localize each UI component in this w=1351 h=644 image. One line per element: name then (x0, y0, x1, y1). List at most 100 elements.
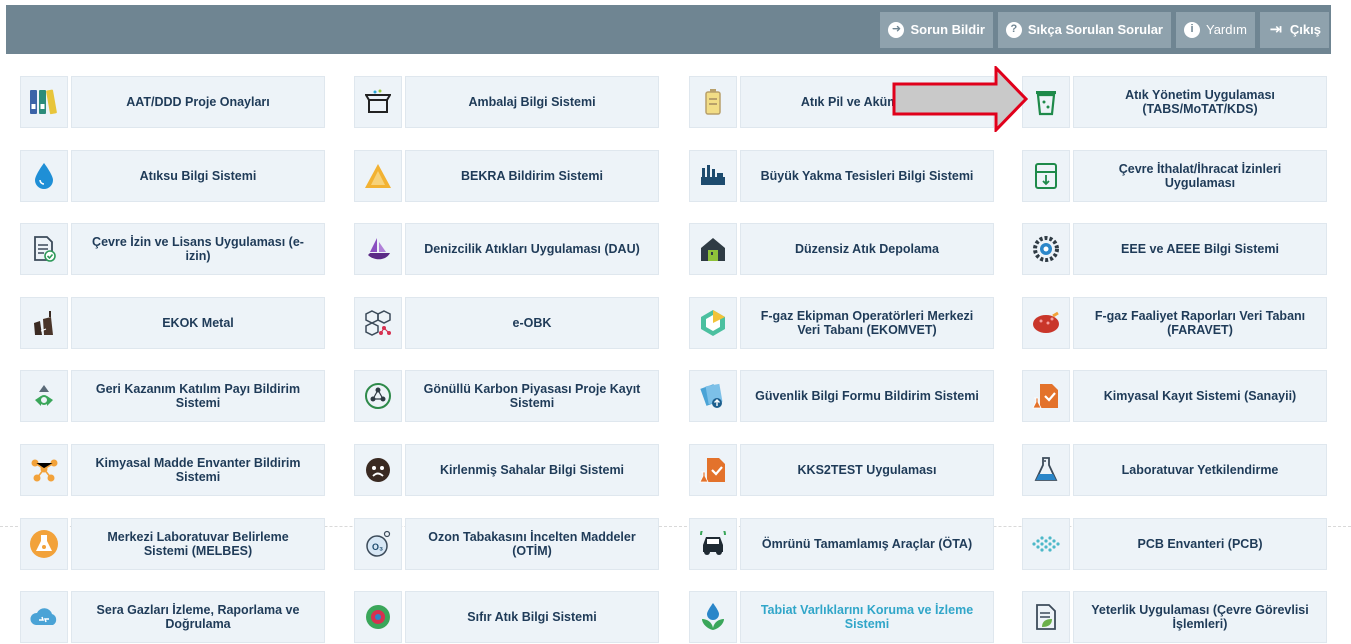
import-export-icon (1022, 150, 1070, 202)
app-tile-label[interactable]: Kimyasal Kayıt Sistemi (Sanayii) (1073, 370, 1327, 422)
plant-drop-icon (689, 591, 737, 643)
app-tile-label[interactable]: Ozon Tabakasını İncelten Maddeler (OTİM) (405, 518, 659, 570)
app-tile-label[interactable]: Denizcilik Atıkları Uygulaması (DAU) (405, 223, 659, 275)
app-tile[interactable]: F-gaz Ekipman Operatörleri Merkezi Veri … (689, 297, 994, 349)
ozone-icon: O₃ (354, 518, 402, 570)
app-tile[interactable]: Düzensiz Atık Depolama (689, 223, 994, 275)
logout-button[interactable]: ⇥ Çıkış (1259, 11, 1329, 48)
logout-icon: ⇥ (1269, 21, 1283, 38)
help-label: Yardım (1205, 22, 1247, 37)
upload-document-icon (689, 370, 737, 422)
app-tile[interactable]: Sıfır Atık Bilgi Sistemi (354, 591, 659, 643)
app-tile[interactable]: PCB Envanteri (PCB) (1022, 518, 1327, 570)
app-tile-label[interactable]: Atık Yönetim Uygulaması (TABS/MoTAT/KDS) (1073, 76, 1327, 128)
sad-face-icon (354, 444, 402, 496)
hexagon-icon (689, 297, 737, 349)
water-drop-icon (20, 150, 68, 202)
app-tile-label[interactable]: F-gaz Faaliyet Raporları Veri Tabanı (FA… (1073, 297, 1327, 349)
app-tile-label[interactable]: Kimyasal Madde Envanter Bildirim Sistemi (71, 444, 325, 496)
app-tile[interactable]: Ömrünü Tamamlamış Araçlar (ÖTA) (689, 518, 994, 570)
app-tile[interactable]: EKOK Metal (20, 297, 325, 349)
help-button[interactable]: i Yardım (1175, 11, 1255, 48)
app-tile[interactable]: Kimyasal Madde Envanter Bildirim Sistemi (20, 444, 325, 496)
app-tile-label[interactable]: Kirlenmiş Sahalar Bilgi Sistemi (405, 444, 659, 496)
app-tile-label[interactable]: Tabiat Varlıklarını Koruma ve İzleme Sis… (740, 591, 994, 643)
app-tile-label[interactable]: AAT/DDD Proje Onayları (71, 76, 325, 128)
svg-text:O₃: O₃ (372, 542, 383, 552)
app-tile[interactable]: KKS2TEST Uygulaması (689, 444, 994, 496)
app-tile[interactable]: F-gaz Faaliyet Raporları Veri Tabanı (FA… (1022, 297, 1327, 349)
faq-label: Sıkça Sorulan Sorular (1027, 22, 1163, 37)
app-tile[interactable]: Sera Gazları İzleme, Raporlama ve Doğrul… (20, 591, 325, 643)
top-bar: ➜ Sorun Bildir ? Sıkça Sorulan Sorular i… (6, 5, 1331, 54)
chemical-document-icon (689, 444, 737, 496)
app-tile-label[interactable]: Büyük Yakma Tesisleri Bilgi Sistemi (740, 150, 994, 202)
app-tile-label[interactable]: e-OBK (405, 297, 659, 349)
house-icon (689, 223, 737, 275)
flask-icon (1022, 444, 1070, 496)
question-icon: ? (1005, 21, 1022, 38)
app-tile[interactable]: Laboratuvar Yetkilendirme (1022, 444, 1327, 496)
box-icon (354, 76, 402, 128)
app-tile[interactable]: Atık Yönetim Uygulaması (TABS/MoTAT/KDS) (1022, 76, 1327, 128)
info-icon: i (1183, 21, 1200, 38)
app-tile-label[interactable]: EEE ve AEEE Bilgi Sistemi (1073, 223, 1327, 275)
app-tile-label[interactable]: BEKRA Bildirim Sistemi (405, 150, 659, 202)
app-tile[interactable]: Kimyasal Kayıt Sistemi (Sanayii) (1022, 370, 1327, 422)
lab-flask-icon (20, 518, 68, 570)
app-tile-label[interactable]: F-gaz Ekipman Operatörleri Merkezi Veri … (740, 297, 994, 349)
app-tile[interactable]: AAT/DDD Proje Onayları (20, 76, 325, 128)
report-issue-label: Sorun Bildir (910, 22, 985, 37)
app-tile-label[interactable]: Ambalaj Bilgi Sistemi (405, 76, 659, 128)
app-tile-label[interactable]: KKS2TEST Uygulaması (740, 444, 994, 496)
app-tile-label[interactable]: Laboratuvar Yetkilendirme (1073, 444, 1327, 496)
app-tile[interactable]: Ambalaj Bilgi Sistemi (354, 76, 659, 128)
app-tile-label[interactable]: Sıfır Atık Bilgi Sistemi (405, 591, 659, 643)
car-icon (689, 518, 737, 570)
app-tile-label[interactable]: Çevre İthalat/İhracat İzinleri Uygulamas… (1073, 150, 1327, 202)
app-tile[interactable]: BEKRA Bildirim Sistemi (354, 150, 659, 202)
app-tile-label[interactable]: Merkezi Laboratuvar Belirleme Sistemi (M… (71, 518, 325, 570)
binders-icon (20, 76, 68, 128)
app-tile[interactable]: Güvenlik Bilgi Formu Bildirim Sistemi (689, 370, 994, 422)
app-tile[interactable]: Merkezi Laboratuvar Belirleme Sistemi (M… (20, 518, 325, 570)
app-tile[interactable]: EEE ve AEEE Bilgi Sistemi (1022, 223, 1327, 275)
app-tile-label[interactable]: Ömrünü Tamamlamış Araçlar (ÖTA) (740, 518, 994, 570)
cloud-icon (20, 591, 68, 643)
gear-icon (1022, 223, 1070, 275)
app-tile[interactable]: Çevre İzin ve Lisans Uygulaması (e-izin) (20, 223, 325, 275)
app-tile-label[interactable]: Yeterlik Uygulaması (Çevre Görevlisi İşl… (1073, 591, 1327, 643)
app-tile[interactable]: Denizcilik Atıkları Uygulaması (DAU) (354, 223, 659, 275)
app-tile-label[interactable]: PCB Envanteri (PCB) (1073, 518, 1327, 570)
app-tile-label[interactable]: EKOK Metal (71, 297, 325, 349)
app-tile[interactable]: Büyük Yakma Tesisleri Bilgi Sistemi (689, 150, 994, 202)
document-check-icon (20, 223, 68, 275)
dots-icon (1022, 518, 1070, 570)
app-tile[interactable]: Yeterlik Uygulaması (Çevre Görevlisi İşl… (1022, 591, 1327, 643)
app-tile[interactable]: Gönüllü Karbon Piyasası Proje Kayıt Sist… (354, 370, 659, 422)
ship-icon (354, 223, 402, 275)
app-tile[interactable]: e-OBK (354, 297, 659, 349)
app-tile-label[interactable]: Geri Kazanım Katılım Payı Bildirim Siste… (71, 370, 325, 422)
app-tile-label[interactable]: Atıksu Bilgi Sistemi (71, 150, 325, 202)
app-tile-label[interactable]: Sera Gazları İzleme, Raporlama ve Doğrul… (71, 591, 325, 643)
app-tile-label[interactable]: Güvenlik Bilgi Formu Bildirim Sistemi (740, 370, 994, 422)
metal-icon (20, 297, 68, 349)
molecule-icon (354, 297, 402, 349)
app-tile[interactable]: Çevre İthalat/İhracat İzinleri Uygulamas… (1022, 150, 1327, 202)
logout-label: Çıkış (1289, 22, 1321, 37)
app-tile[interactable]: Tabiat Varlıklarını Koruma ve İzleme Sis… (689, 591, 994, 643)
app-tile[interactable]: Atıksu Bilgi Sistemi (20, 150, 325, 202)
app-tile[interactable]: Geri Kazanım Katılım Payı Bildirim Siste… (20, 370, 325, 422)
app-tile-label[interactable]: Düzensiz Atık Depolama (740, 223, 994, 275)
app-tile[interactable]: Kirlenmiş Sahalar Bilgi Sistemi (354, 444, 659, 496)
molecule-orange-icon (20, 444, 68, 496)
zero-waste-icon (354, 591, 402, 643)
app-tile-label[interactable]: Çevre İzin ve Lisans Uygulaması (e-izin) (71, 223, 325, 275)
app-tile[interactable]: O₃ Ozon Tabakasını İncelten Maddeler (OTİ… (354, 518, 659, 570)
app-tile-label[interactable]: Gönüllü Karbon Piyasası Proje Kayıt Sist… (405, 370, 659, 422)
report-issue-button[interactable]: ➜ Sorun Bildir (880, 11, 993, 48)
triangle-icon (354, 150, 402, 202)
factory-icon (689, 150, 737, 202)
faq-button[interactable]: ? Sıkça Sorulan Sorular (997, 11, 1171, 48)
